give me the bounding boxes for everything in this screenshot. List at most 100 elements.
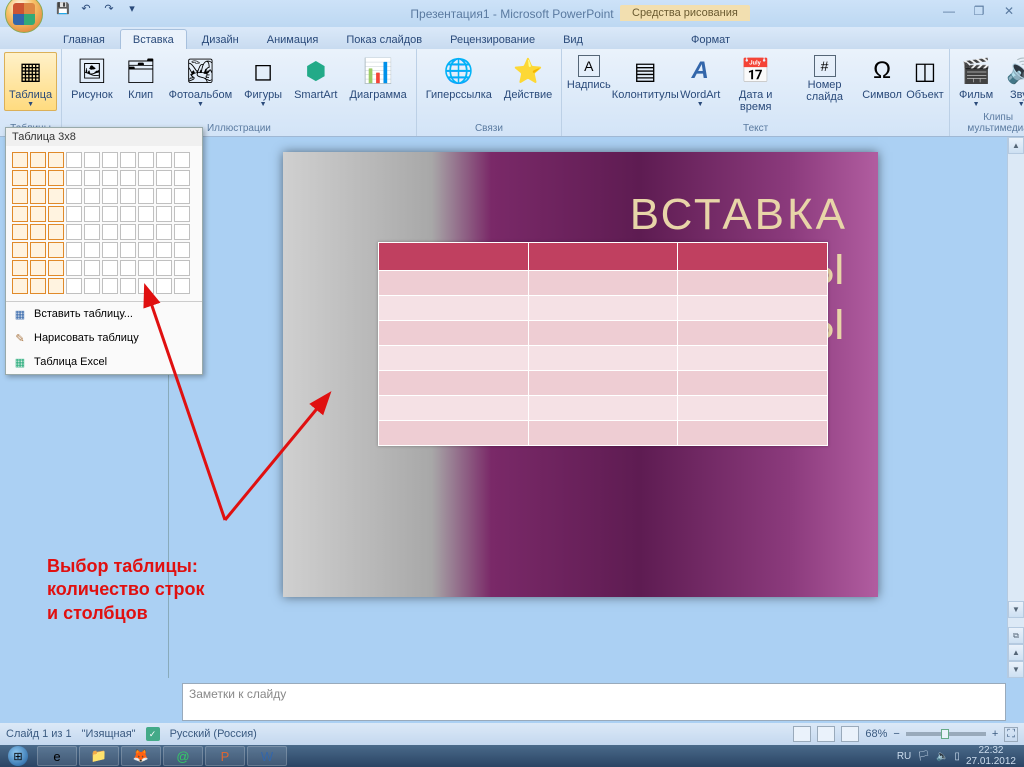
- table-grid-cell[interactable]: [48, 170, 64, 186]
- table-grid-cell[interactable]: [30, 260, 46, 276]
- start-button[interactable]: ⊞: [0, 745, 36, 767]
- table-grid-cell[interactable]: [174, 170, 190, 186]
- table-grid-cell[interactable]: [48, 188, 64, 204]
- zoom-level[interactable]: 68%: [865, 728, 887, 740]
- picture-button[interactable]: 🖼Рисунок: [66, 52, 118, 104]
- task-firefox[interactable]: 🦊: [121, 746, 161, 766]
- table-grid-cell[interactable]: [156, 260, 172, 276]
- table-grid-cell[interactable]: [66, 152, 82, 168]
- slidenum-button[interactable]: #Номер слайда: [790, 52, 859, 106]
- table-grid-cell[interactable]: [174, 260, 190, 276]
- task-explorer[interactable]: 📁: [79, 746, 119, 766]
- language-indicator[interactable]: Русский (Россия): [170, 728, 257, 740]
- table-grid-cell[interactable]: [66, 206, 82, 222]
- table-grid-cell[interactable]: [30, 278, 46, 294]
- wordart-button[interactable]: AWordArt▼: [679, 52, 721, 111]
- vertical-scrollbar[interactable]: ▲ ▼ ⧉ ▲ ▼: [1007, 137, 1024, 678]
- table-grid-cell[interactable]: [48, 224, 64, 240]
- tab-review[interactable]: Рецензирование: [437, 29, 548, 49]
- table-grid-cell[interactable]: [102, 206, 118, 222]
- table-grid-cell[interactable]: [30, 152, 46, 168]
- table-grid-cell[interactable]: [30, 170, 46, 186]
- task-ie[interactable]: e: [37, 746, 77, 766]
- tray-network-icon[interactable]: 🔈: [936, 751, 948, 762]
- table-grid-cell[interactable]: [84, 278, 100, 294]
- table-grid-cell[interactable]: [48, 260, 64, 276]
- table-grid-cell[interactable]: [120, 224, 136, 240]
- task-mail[interactable]: @: [163, 746, 203, 766]
- table-grid-cell[interactable]: [120, 152, 136, 168]
- redo-icon[interactable]: ↷: [99, 0, 119, 19]
- zoom-in-button[interactable]: +: [992, 728, 998, 740]
- header-footer-button[interactable]: ▤Колонтитулы: [613, 52, 677, 104]
- chart-button[interactable]: 📊Диаграмма: [345, 52, 412, 104]
- table-grid-cell[interactable]: [12, 188, 28, 204]
- table-grid-cell[interactable]: [120, 188, 136, 204]
- table-grid-cell[interactable]: [174, 242, 190, 258]
- table-grid-cell[interactable]: [174, 224, 190, 240]
- table-grid-cell[interactable]: [12, 278, 28, 294]
- table-grid-cell[interactable]: [12, 170, 28, 186]
- sound-button[interactable]: 🔊Звук▼: [1000, 52, 1024, 111]
- slide-canvas[interactable]: ВСТАВКА Ы Ы: [283, 152, 878, 597]
- hyperlink-button[interactable]: 🌐Гиперссылка: [421, 52, 497, 104]
- table-grid-cell[interactable]: [120, 278, 136, 294]
- table-grid-cell[interactable]: [12, 152, 28, 168]
- undo-icon[interactable]: ↶: [76, 0, 96, 19]
- qat-customize-icon[interactable]: ▾: [122, 0, 142, 19]
- table-grid-cell[interactable]: [138, 152, 154, 168]
- table-grid-cell[interactable]: [48, 242, 64, 258]
- table-grid-cell[interactable]: [84, 224, 100, 240]
- table-grid-cell[interactable]: [48, 278, 64, 294]
- table-grid-cell[interactable]: [102, 260, 118, 276]
- slideshow-view-button[interactable]: [841, 726, 859, 742]
- datetime-button[interactable]: 📅Дата и время: [723, 52, 788, 116]
- table-grid-cell[interactable]: [84, 188, 100, 204]
- table-grid-cell[interactable]: [156, 278, 172, 294]
- restore-button[interactable]: ❐: [969, 2, 989, 20]
- fit-button[interactable]: ⛶: [1004, 727, 1018, 742]
- table-grid-cell[interactable]: [120, 260, 136, 276]
- clock[interactable]: 22:32 27.01.2012: [966, 745, 1016, 767]
- close-button[interactable]: ✕: [999, 2, 1019, 20]
- insert-table-menuitem[interactable]: ▦ Вставить таблицу...: [6, 302, 202, 326]
- table-grid-cell[interactable]: [12, 242, 28, 258]
- action-button[interactable]: ⭐Действие: [499, 52, 557, 104]
- table-grid-cell[interactable]: [30, 188, 46, 204]
- tray-flag-icon[interactable]: 🏳: [917, 751, 930, 762]
- symbol-button[interactable]: ΩСимвол: [861, 52, 903, 104]
- save-icon[interactable]: 💾: [53, 0, 73, 19]
- tab-home[interactable]: Главная: [50, 29, 118, 49]
- table-grid-cell[interactable]: [174, 278, 190, 294]
- table-grid-cell[interactable]: [66, 170, 82, 186]
- table-grid-cell[interactable]: [174, 206, 190, 222]
- table-grid-cell[interactable]: [66, 260, 82, 276]
- table-size-grid[interactable]: [6, 146, 202, 301]
- zoom-out-button[interactable]: −: [893, 728, 899, 740]
- smartart-button[interactable]: ⬢SmartArt: [289, 52, 342, 104]
- table-grid-cell[interactable]: [102, 278, 118, 294]
- table-button[interactable]: ▦ Таблица ▼: [4, 52, 57, 111]
- task-word[interactable]: W: [247, 746, 287, 766]
- table-grid-cell[interactable]: [138, 242, 154, 258]
- table-grid-cell[interactable]: [84, 170, 100, 186]
- table-grid-cell[interactable]: [12, 206, 28, 222]
- table-grid-cell[interactable]: [102, 152, 118, 168]
- table-grid-cell[interactable]: [48, 152, 64, 168]
- table-grid-cell[interactable]: [138, 278, 154, 294]
- textbox-button[interactable]: AНадпись: [566, 52, 611, 94]
- shapes-button[interactable]: ◻Фигуры▼: [239, 52, 287, 111]
- clip-button[interactable]: 🗂Клип: [120, 52, 162, 104]
- tab-insert[interactable]: Вставка: [120, 29, 187, 49]
- table-grid-cell[interactable]: [156, 224, 172, 240]
- tab-format[interactable]: Формат: [678, 29, 743, 49]
- table-grid-cell[interactable]: [156, 188, 172, 204]
- table-grid-cell[interactable]: [12, 260, 28, 276]
- table-grid-cell[interactable]: [120, 206, 136, 222]
- tab-animation[interactable]: Анимация: [254, 29, 332, 49]
- object-button[interactable]: ◫Объект: [905, 52, 945, 104]
- tray-volume-icon[interactable]: ▯: [954, 751, 960, 762]
- table-grid-cell[interactable]: [102, 242, 118, 258]
- table-grid-cell[interactable]: [66, 224, 82, 240]
- photoalbum-button[interactable]: 🏞Фотоальбом▼: [164, 52, 238, 111]
